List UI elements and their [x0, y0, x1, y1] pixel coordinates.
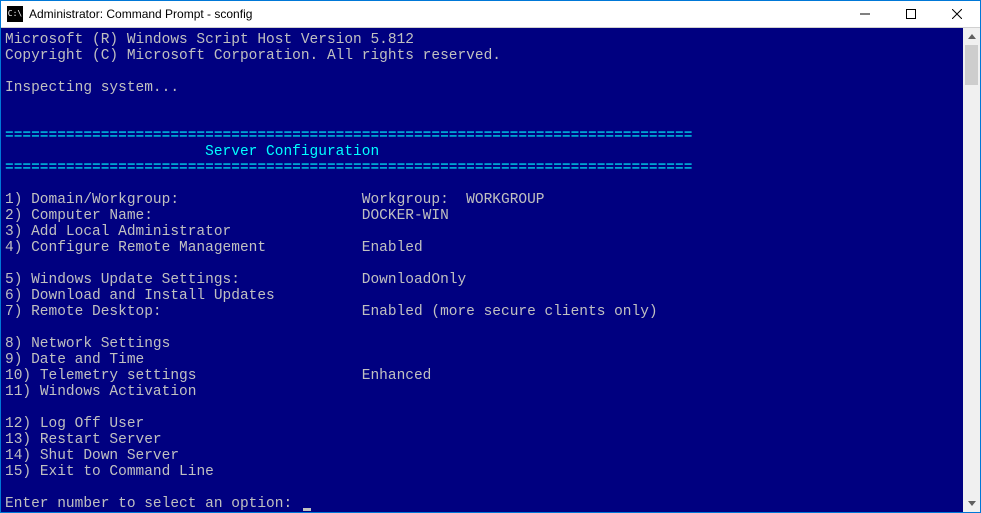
window-controls	[842, 1, 980, 27]
menu-row: 7) Remote Desktop: Enabled (more secure …	[5, 304, 658, 320]
menu-row: 11) Windows Activation	[5, 384, 362, 400]
menu-row: 8) Network Settings	[5, 336, 362, 352]
menu-row: 3) Add Local Administrator	[5, 224, 362, 240]
menu-row: 10) Telemetry settings Enhanced	[5, 368, 431, 384]
cursor-icon	[303, 508, 311, 511]
scroll-track[interactable]	[963, 45, 980, 495]
menu-row: 2) Computer Name: DOCKER-WIN	[5, 208, 449, 224]
maximize-button[interactable]	[888, 1, 934, 27]
menu-row: 13) Restart Server	[5, 432, 362, 448]
close-button[interactable]	[934, 1, 980, 27]
menu-row: 6) Download and Install Updates	[5, 288, 362, 304]
prompt-line: Enter number to select an option:	[5, 496, 301, 512]
scroll-thumb[interactable]	[965, 45, 978, 85]
config-title: Server Configuration	[5, 144, 379, 160]
menu-row: 1) Domain/Workgroup: Workgroup: WORKGROU…	[5, 192, 545, 208]
console-area: Microsoft (R) Windows Script Host Versio…	[1, 28, 980, 512]
divider-bottom: ========================================…	[5, 160, 692, 176]
divider-top: ========================================…	[5, 128, 692, 144]
menu-row: 14) Shut Down Server	[5, 448, 362, 464]
window-title: Administrator: Command Prompt - sconfig	[29, 7, 842, 21]
titlebar[interactable]: C:\ Administrator: Command Prompt - scon…	[1, 1, 980, 28]
menu-row: 12) Log Off User	[5, 416, 362, 432]
menu-row: 15) Exit to Command Line	[5, 464, 362, 480]
cmd-icon: C:\	[7, 6, 23, 22]
vertical-scrollbar[interactable]	[963, 28, 980, 512]
scroll-up-button[interactable]	[963, 28, 980, 45]
scroll-down-button[interactable]	[963, 495, 980, 512]
console-output[interactable]: Microsoft (R) Windows Script Host Versio…	[1, 28, 963, 512]
minimize-button[interactable]	[842, 1, 888, 27]
menu-row: 5) Windows Update Settings: DownloadOnly	[5, 272, 466, 288]
header-line-2: Copyright (C) Microsoft Corporation. All…	[5, 48, 501, 64]
menu-row: 4) Configure Remote Management Enabled	[5, 240, 423, 256]
header-line-1: Microsoft (R) Windows Script Host Versio…	[5, 32, 414, 48]
command-prompt-window: C:\ Administrator: Command Prompt - scon…	[0, 0, 981, 513]
menu-row: 9) Date and Time	[5, 352, 362, 368]
inspecting-line: Inspecting system...	[5, 80, 179, 96]
